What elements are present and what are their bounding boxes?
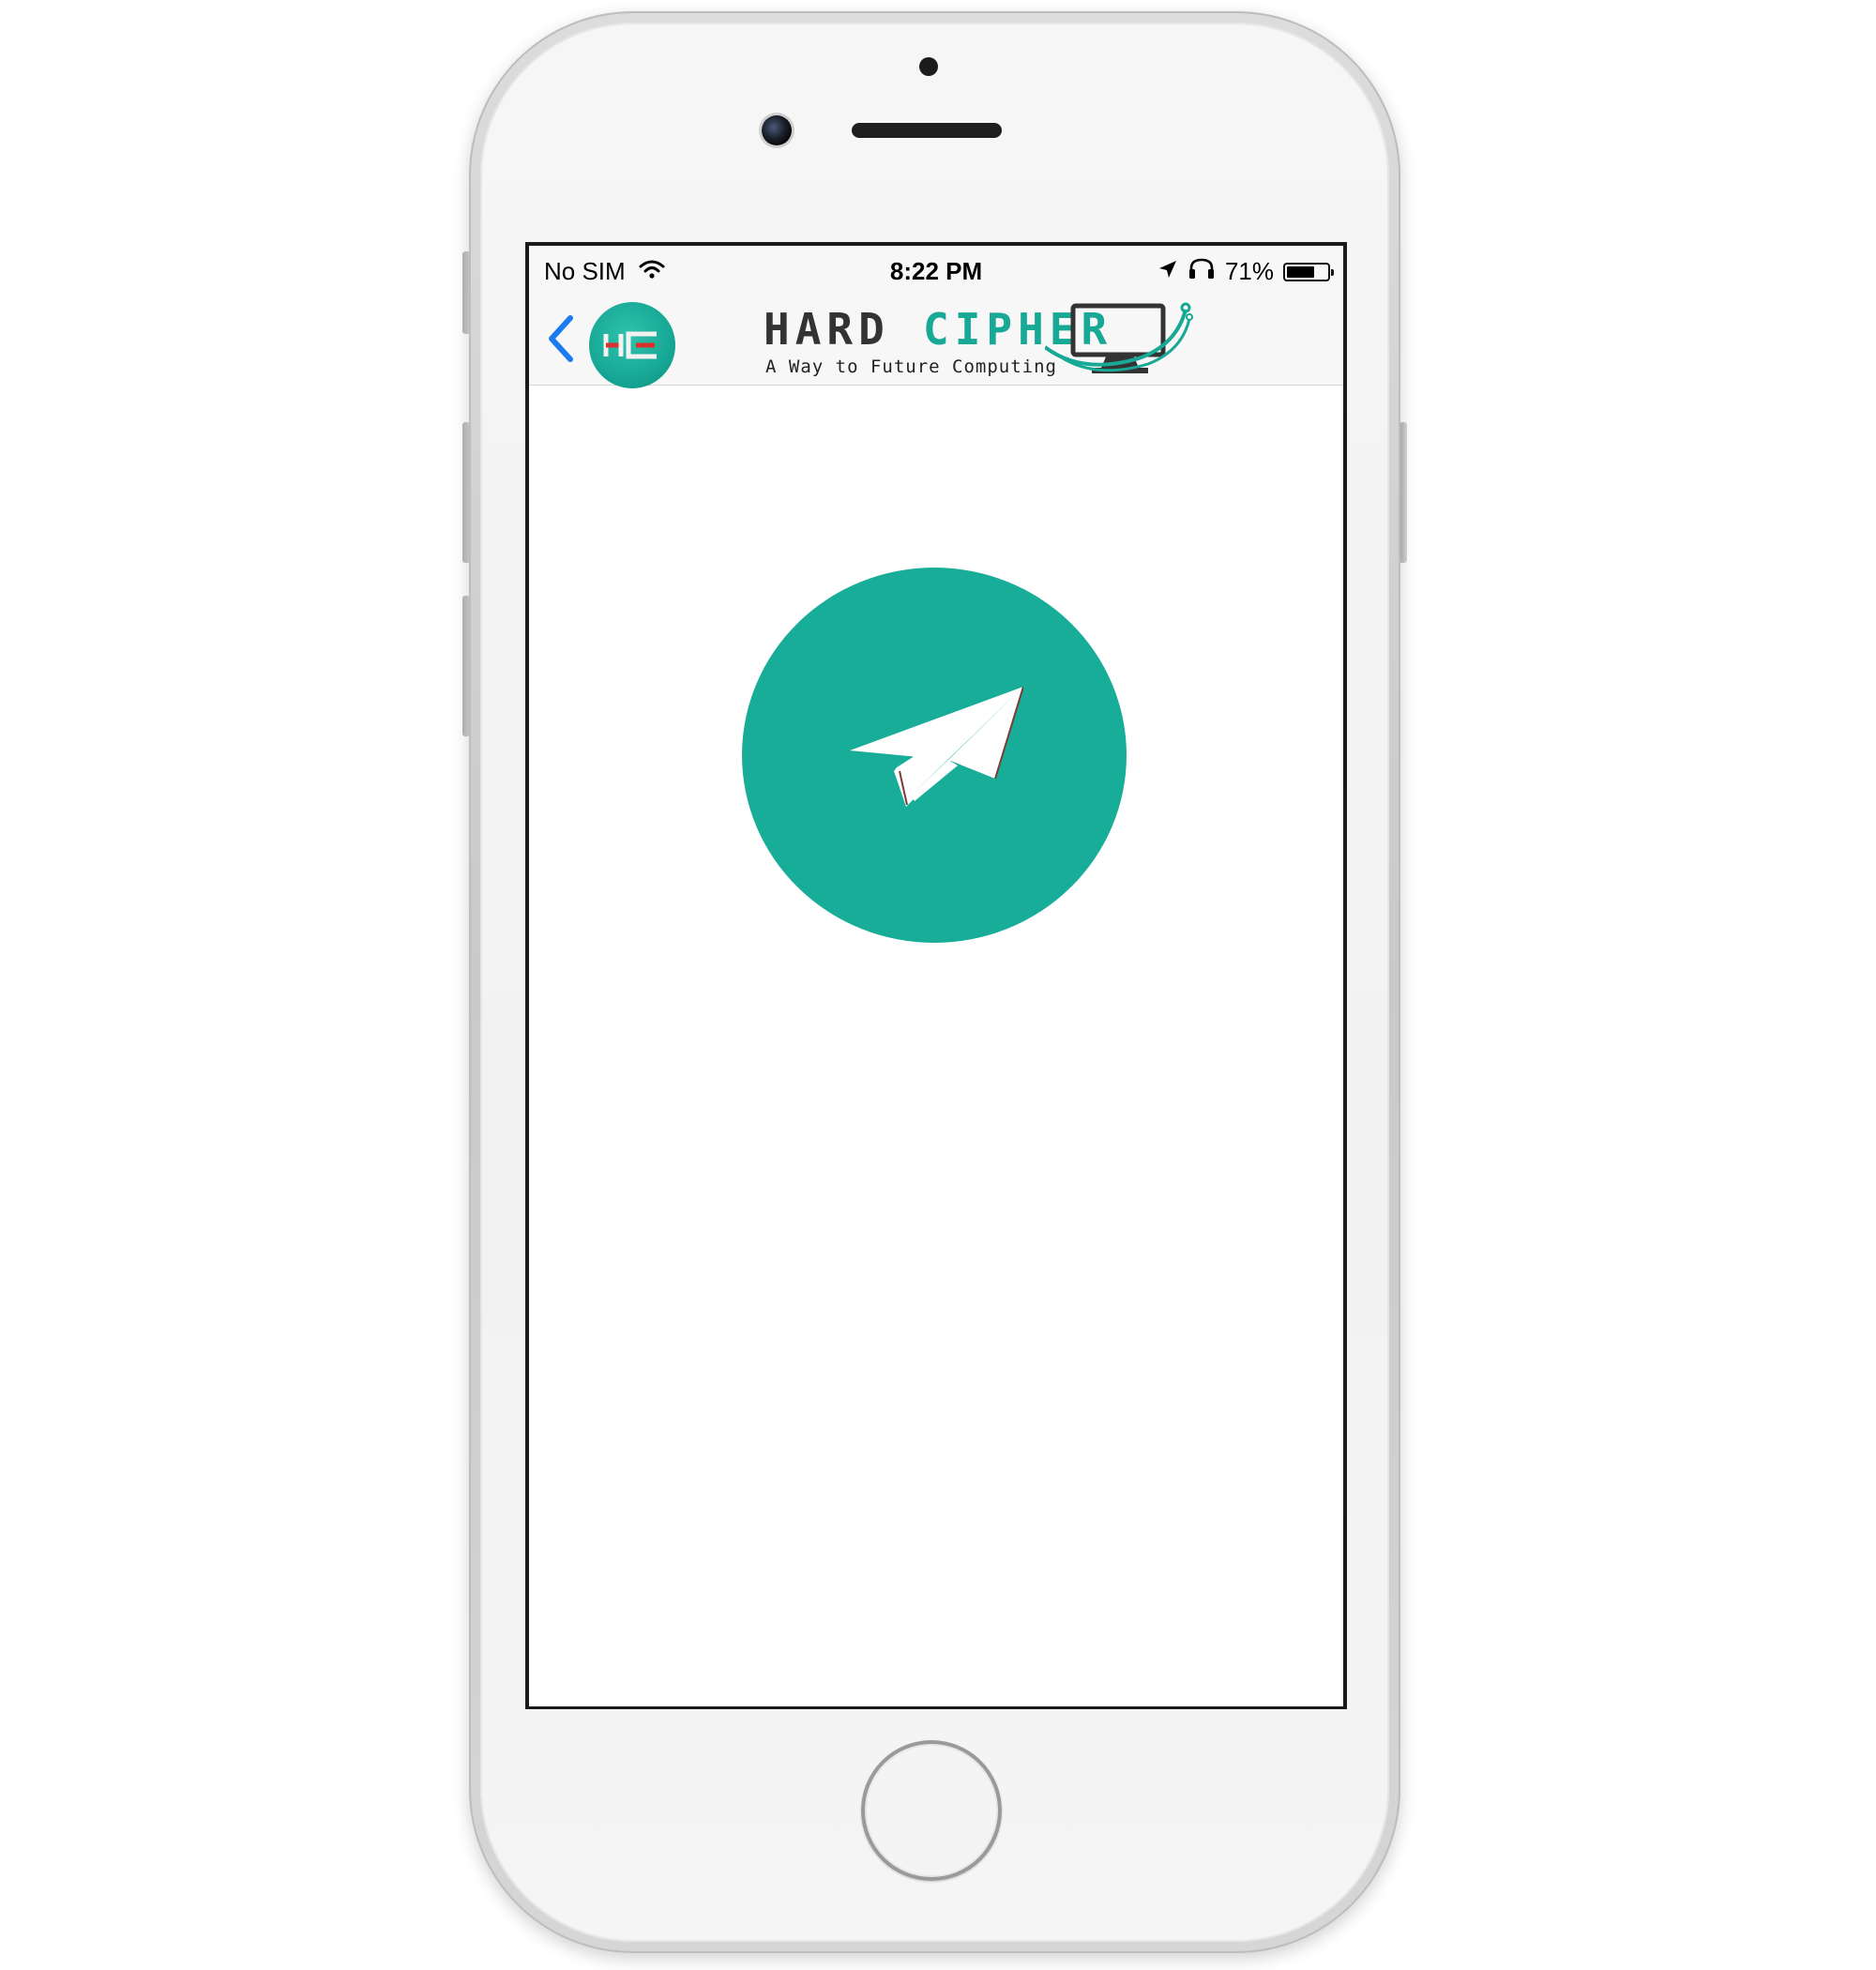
- proximity-sensor: [919, 57, 938, 76]
- headphones-icon: [1188, 257, 1216, 286]
- battery-nub: [1331, 268, 1334, 276]
- back-button[interactable]: [542, 313, 580, 364]
- status-right-group: 71%: [1157, 257, 1334, 286]
- send-button[interactable]: [742, 568, 1127, 943]
- brand-word-hard: HARD: [764, 304, 890, 355]
- location-arrow-icon: [1157, 257, 1178, 286]
- battery-icon: [1283, 262, 1334, 281]
- hc-logo-icon: [603, 331, 657, 359]
- device-mockup: No SIM 8:22 PM 71% HARD CIPHER A Way to …: [0, 0, 1876, 1970]
- brand-tagline: A Way to Future Computing: [765, 356, 1057, 377]
- avatar[interactable]: [589, 302, 675, 388]
- power-button: [1399, 422, 1407, 563]
- earpiece-speaker: [852, 123, 1002, 138]
- brand-logo: HARD CIPHER A Way to Future Computing: [764, 302, 1195, 381]
- battery-percent: 71%: [1224, 257, 1274, 285]
- front-camera: [762, 115, 792, 145]
- battery-level-fill: [1287, 265, 1314, 278]
- chevron-left-icon: [549, 315, 573, 362]
- phone-screen: No SIM 8:22 PM 71% HARD CIPHER A Way to …: [525, 242, 1347, 1709]
- paper-plane-icon: [850, 686, 1023, 807]
- circuit-monitor-icon: [1045, 302, 1193, 373]
- status-bar: No SIM 8:22 PM 71%: [529, 246, 1343, 293]
- home-button[interactable]: [861, 1740, 1002, 1881]
- nav-bar: HARD CIPHER A Way to Future Computing: [529, 293, 1343, 388]
